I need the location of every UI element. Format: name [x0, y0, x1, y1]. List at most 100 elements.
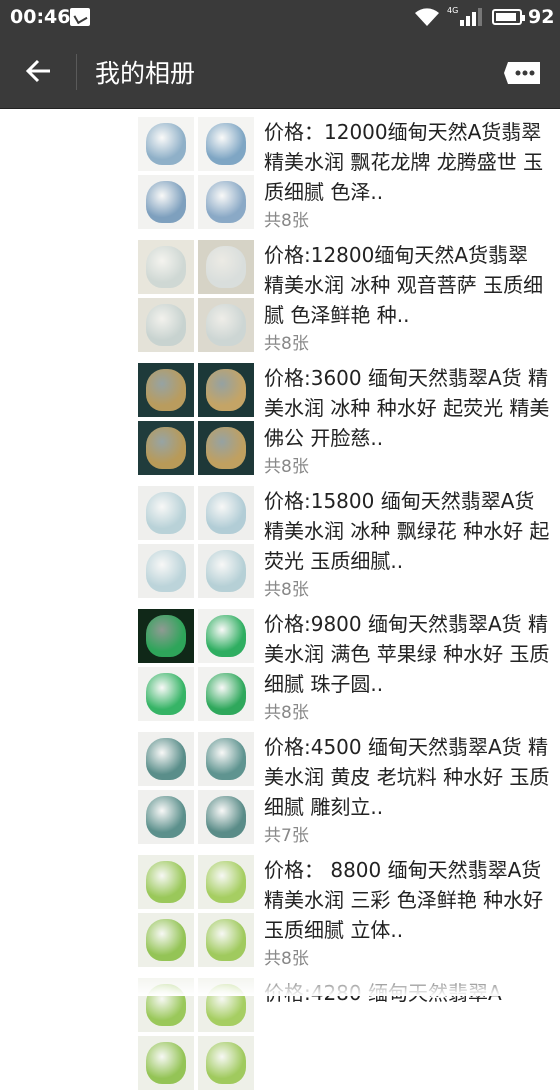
album-item[interactable]: 价格:4500 缅甸天然翡翠A货 精美水润 黄皮 老坑料 种水好 玉质细腻 雕刻…: [0, 723, 560, 846]
signal-icon: [460, 8, 482, 26]
photo-thumbnail: [198, 978, 254, 1032]
jade-item-image: [206, 919, 246, 961]
photo-thumbnail: [138, 117, 194, 171]
jade-item-image: [206, 984, 246, 1026]
photo-count: 共8张: [264, 580, 309, 600]
album-item[interactable]: 价格： 8800 缅甸天然翡翠A货 精美水润 三彩 色泽鲜艳 种水好 玉质细腻 …: [0, 846, 560, 969]
status-bar: 00:46 4G 92: [0, 0, 560, 36]
photo-thumbnail: [138, 486, 194, 540]
album-item[interactable]: 价格:9800 缅甸天然翡翠A货 精美水润 满色 苹果绿 种水好 玉质细腻 珠子…: [0, 600, 560, 723]
jade-item-image: [206, 673, 246, 715]
photo-thumbnail: [138, 855, 194, 909]
jade-item-image: [146, 861, 186, 903]
photo-thumbnail: [138, 913, 194, 967]
album-thumbnails: [138, 240, 254, 352]
photo-count: 共8张: [264, 703, 309, 723]
wifi-icon: [415, 8, 439, 26]
album-thumbnails: [138, 117, 254, 229]
photo-thumbnail: [138, 790, 194, 844]
photo-thumbnail: [198, 609, 254, 663]
album-thumbnails: [138, 732, 254, 844]
album-description: 价格:15800 缅甸天然翡翠A货 精美水润 冰种 飘绿花 种水好 起荧光 玉质…: [264, 489, 550, 573]
album-thumbnails: [138, 978, 254, 1090]
more-options-icon[interactable]: [504, 60, 542, 86]
photo-thumbnail: [138, 175, 194, 229]
album-description: 价格：12000缅甸天然A货翡翠 精美水润 飘花龙牌 龙腾盛世 玉质细腻 色泽.…: [264, 120, 544, 204]
network-type: 4G: [447, 6, 459, 15]
album-item[interactable]: 价格:12800缅甸天然A货翡翠 精美水润 冰种 观音菩萨 玉质细腻 色泽鲜艳 …: [0, 231, 560, 354]
title-divider: [76, 54, 77, 90]
photo-thumbnail: [198, 1036, 254, 1090]
photo-thumbnail: [198, 117, 254, 171]
photo-count: 共8张: [264, 211, 309, 231]
jade-item-image: [206, 304, 246, 346]
photo-thumbnail: [138, 1036, 194, 1090]
album-item[interactable]: 价格:15800 缅甸天然翡翠A货 精美水润 冰种 飘绿花 种水好 起荧光 玉质…: [0, 477, 560, 600]
photo-thumbnail: [198, 913, 254, 967]
jade-item-image: [146, 427, 186, 469]
photo-thumbnail: [198, 298, 254, 352]
photo-thumbnail: [138, 544, 194, 598]
clock: 00:46: [10, 6, 71, 28]
album-thumbnails: [138, 855, 254, 967]
photo-thumbnail: [138, 978, 194, 1032]
album-description: 价格： 8800 缅甸天然翡翠A货 精美水润 三彩 色泽鲜艳 种水好 玉质细腻 …: [264, 858, 544, 942]
title-bar: 我的相册: [0, 36, 560, 109]
photo-thumbnail: [198, 855, 254, 909]
notification-icon: [70, 8, 90, 26]
photo-thumbnail: [198, 667, 254, 721]
album-item[interactable]: 价格：12000缅甸天然A货翡翠 精美水润 飘花龙牌 龙腾盛世 玉质细腻 色泽.…: [0, 108, 560, 231]
jade-item-image: [146, 984, 186, 1026]
jade-item-image: [146, 246, 186, 288]
battery-level: 92: [528, 6, 555, 28]
jade-item-image: [146, 1042, 186, 1084]
jade-item-image: [146, 615, 186, 657]
jade-item-image: [146, 738, 186, 780]
photo-thumbnail: [138, 363, 194, 417]
photo-count: 共8张: [264, 334, 309, 354]
jade-item-image: [206, 738, 246, 780]
jade-item-image: [146, 123, 186, 165]
jade-item-image: [146, 369, 186, 411]
jade-item-image: [206, 615, 246, 657]
jade-item-image: [206, 550, 246, 592]
photo-thumbnail: [198, 732, 254, 786]
jade-item-image: [146, 492, 186, 534]
photo-thumbnail: [138, 667, 194, 721]
back-arrow-icon[interactable]: [24, 56, 54, 86]
album-item[interactable]: 价格:3600 缅甸天然翡翠A货 精美水润 冰种 种水好 起荧光 精美佛公 开脸…: [0, 354, 560, 477]
jade-item-image: [206, 796, 246, 838]
jade-item-image: [206, 492, 246, 534]
photo-thumbnail: [198, 486, 254, 540]
album-description: 价格:9800 缅甸天然翡翠A货 精美水润 满色 苹果绿 种水好 玉质细腻 珠子…: [264, 612, 550, 696]
jade-item-image: [206, 1042, 246, 1084]
photo-thumbnail: [138, 240, 194, 294]
jade-item-image: [206, 123, 246, 165]
photo-count: 共8张: [264, 457, 309, 477]
jade-item-image: [146, 919, 186, 961]
album-description: 价格:4500 缅甸天然翡翠A货 精美水润 黄皮 老坑料 种水好 玉质细腻 雕刻…: [264, 735, 550, 819]
photo-thumbnail: [198, 544, 254, 598]
photo-thumbnail: [138, 421, 194, 475]
jade-item-image: [206, 246, 246, 288]
jade-item-image: [206, 369, 246, 411]
jade-item-image: [146, 181, 186, 223]
photo-thumbnail: [198, 790, 254, 844]
album-description: 价格:4280 缅甸天然翡翠A: [264, 981, 502, 1005]
photo-thumbnail: [198, 175, 254, 229]
album-description: 价格:12800缅甸天然A货翡翠 精美水润 冰种 观音菩萨 玉质细腻 色泽鲜艳 …: [264, 243, 544, 327]
page-title: 我的相册: [95, 59, 196, 88]
jade-item-image: [146, 550, 186, 592]
album-thumbnails: [138, 486, 254, 598]
jade-item-image: [146, 304, 186, 346]
photo-count: 共8张: [264, 949, 309, 969]
album-thumbnails: [138, 363, 254, 475]
album-thumbnails: [138, 609, 254, 721]
photo-count: 共7张: [264, 826, 309, 846]
photo-thumbnail: [138, 298, 194, 352]
photo-thumbnail: [138, 609, 194, 663]
album-item[interactable]: 价格:4280 缅甸天然翡翠A: [0, 969, 560, 1090]
jade-item-image: [206, 427, 246, 469]
jade-item-image: [146, 673, 186, 715]
photo-thumbnail: [198, 421, 254, 475]
